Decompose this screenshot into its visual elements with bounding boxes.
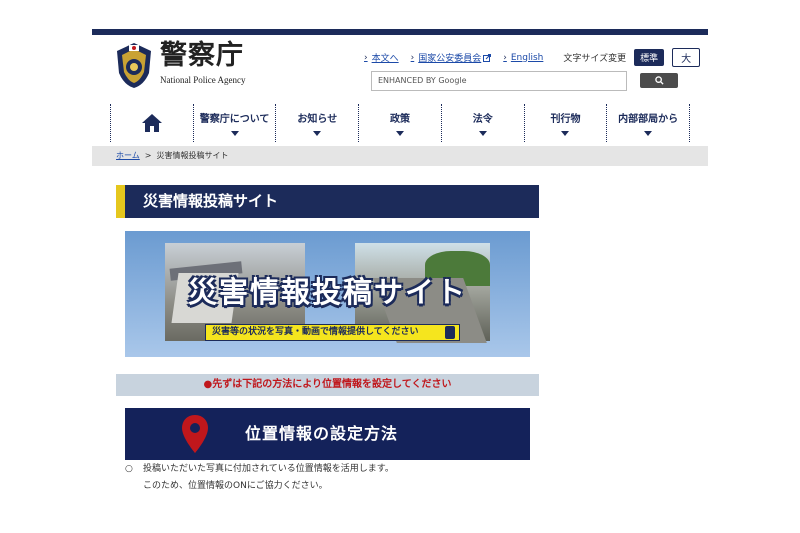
nav-label: 刊行物 bbox=[550, 114, 581, 125]
site-banner[interactable]: 災害情報投稿サイト 災害等の状況を写真・動画で情報提供してください bbox=[125, 231, 530, 357]
banner-subtitle: 災害等の状況を写真・動画で情報提供してください bbox=[205, 324, 460, 341]
font-size-large-button[interactable]: 大 bbox=[672, 48, 701, 67]
chevron-right-icon: › bbox=[364, 52, 368, 63]
nav-label: 内部部局から bbox=[618, 114, 679, 125]
logo-title: 警察庁 bbox=[160, 40, 244, 71]
map-pin-icon bbox=[182, 415, 208, 453]
link-label: 本文へ bbox=[371, 54, 399, 64]
home-icon bbox=[141, 114, 162, 132]
header-utility: › 本文へ › 国家公安委員会 › English 文字サイズ変更 標準 大 bbox=[364, 48, 701, 67]
police-emblem-icon bbox=[117, 43, 151, 88]
search-icon bbox=[654, 76, 664, 85]
instruction-line-2: このため、位置情報のONにご協力ください。 bbox=[143, 481, 328, 491]
search-button[interactable] bbox=[640, 73, 678, 88]
location-settings-header: 位置情報の設定方法 bbox=[125, 408, 530, 460]
nav-item-about[interactable]: 警察庁について bbox=[192, 104, 276, 142]
banner-subtitle-text: 災害等の状況を写真・動画で情報提供してください bbox=[212, 327, 419, 337]
global-nav: 警察庁について お知らせ 政策 法令 刊行物 内部部局から bbox=[110, 104, 691, 142]
nav-label: 警察庁について bbox=[199, 114, 270, 125]
external-link-icon bbox=[483, 53, 492, 62]
breadcrumb: ホーム > 災害情報投稿サイト bbox=[92, 146, 708, 166]
nav-item-bureaus[interactable]: 内部部局から bbox=[606, 104, 691, 142]
bullet-icon: ○ bbox=[125, 464, 133, 474]
caret-down-icon bbox=[644, 131, 653, 136]
location-instructions: ○ 投稿いただいた写真に付加されている位置情報を活用します。 このため、位置情報の… bbox=[125, 461, 394, 495]
link-label: English bbox=[510, 52, 544, 63]
instruction-line-1: 投稿いただいた写真に付加されている位置情報を活用します。 bbox=[143, 464, 394, 474]
skip-to-content-link[interactable]: › 本文へ bbox=[364, 51, 399, 65]
caret-down-icon bbox=[561, 131, 570, 136]
search-input[interactable]: ENHANCED BY Google bbox=[371, 71, 627, 91]
caret-down-icon bbox=[230, 131, 239, 136]
nav-label: お知らせ bbox=[297, 114, 338, 125]
breadcrumb-home-link[interactable]: ホーム bbox=[116, 151, 140, 160]
nav-home[interactable] bbox=[110, 104, 193, 142]
chevron-right-icon: › bbox=[503, 52, 507, 63]
nav-item-policy[interactable]: 政策 bbox=[358, 104, 441, 142]
chevron-right-icon: › bbox=[410, 52, 415, 63]
font-size-label: 文字サイズ変更 bbox=[563, 54, 627, 64]
location-settings-title: 位置情報の設定方法 bbox=[245, 424, 399, 443]
caret-down-icon bbox=[478, 131, 487, 136]
breadcrumb-current: 災害情報投稿サイト bbox=[156, 151, 229, 160]
site-logo[interactable]: 警察庁 National Police Agency bbox=[114, 41, 245, 89]
notice-bar: ●先ずは下記の方法により位置情報を設定してください bbox=[116, 374, 539, 396]
top-accent-bar bbox=[92, 29, 708, 35]
ncpsc-link[interactable]: › 国家公安委員会 bbox=[411, 51, 492, 64]
english-link[interactable]: › English bbox=[503, 53, 543, 63]
font-size-standard-button[interactable]: 標準 bbox=[634, 49, 665, 66]
nav-item-news[interactable]: お知らせ bbox=[275, 104, 358, 142]
smartphone-icon bbox=[445, 326, 455, 339]
link-label: 国家公安委員会 bbox=[418, 54, 482, 64]
nav-label: 政策 bbox=[390, 114, 411, 125]
breadcrumb-separator: > bbox=[144, 151, 152, 160]
banner-title: 災害情報投稿サイト bbox=[187, 275, 467, 309]
nav-item-laws[interactable]: 法令 bbox=[440, 104, 524, 142]
nav-label: 法令 bbox=[472, 114, 493, 125]
page-title: 災害情報投稿サイト bbox=[116, 185, 539, 218]
nav-item-publications[interactable]: 刊行物 bbox=[523, 104, 607, 142]
caret-down-icon bbox=[313, 131, 322, 136]
caret-down-icon bbox=[396, 131, 405, 136]
logo-subtitle: National Police Agency bbox=[160, 75, 246, 85]
